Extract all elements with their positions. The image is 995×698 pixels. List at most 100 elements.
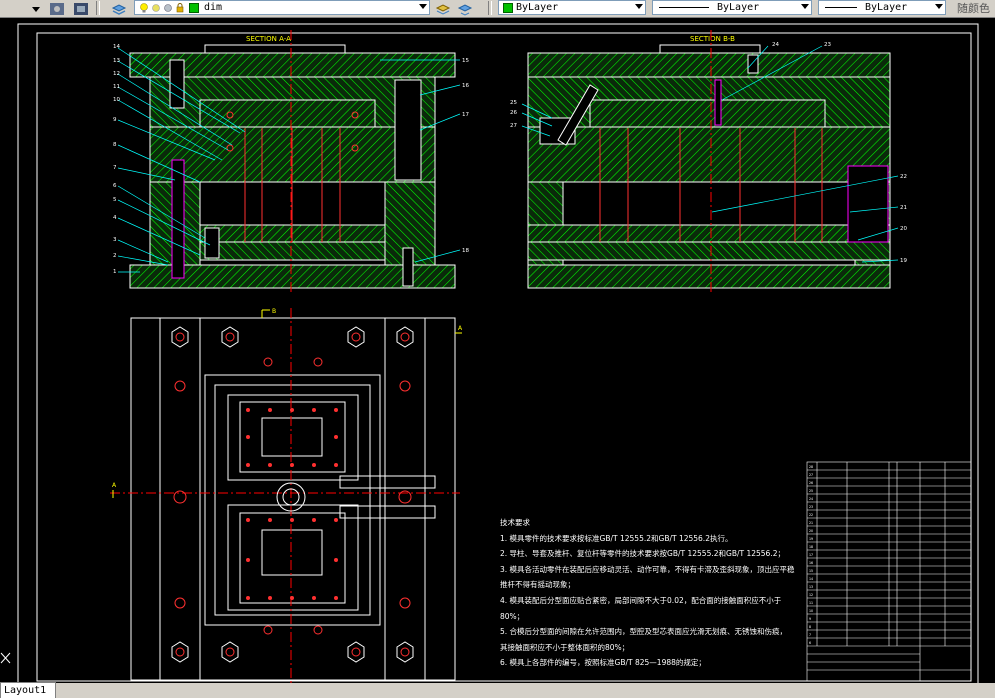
svg-text:9: 9: [113, 117, 117, 123]
svg-text:21: 21: [809, 521, 813, 525]
svg-text:12: 12: [809, 593, 813, 597]
svg-text:11: 11: [809, 601, 813, 605]
svg-text:22: 22: [809, 513, 813, 517]
svg-text:28: 28: [809, 465, 813, 469]
dropdown-arrow-icon[interactable]: [30, 1, 42, 16]
svg-text:17: 17: [809, 553, 813, 557]
svg-text:25: 25: [510, 100, 517, 106]
view-a-marker: A: [112, 482, 117, 489]
plotstyle-control[interactable]: 随颜色: [957, 0, 995, 15]
drawing-canvas[interactable]: SECTION A-A 14 13 12 11 10 9 8 7 6 5 4 3…: [0, 18, 995, 691]
chevron-down-icon[interactable]: [635, 4, 643, 9]
note-item: 2. 导柱、导套及推杆、复位杆等零件的技术要求按GB/T 12555.2和GB/…: [500, 549, 785, 559]
color-control-combo[interactable]: ByLayer: [498, 0, 646, 15]
chevron-down-icon[interactable]: [419, 4, 427, 9]
layer-previous-icon[interactable]: [72, 1, 90, 16]
ucs-icon: [0, 650, 12, 664]
svg-text:7: 7: [809, 633, 811, 637]
lineweight-control-combo[interactable]: ByLayer: [818, 0, 946, 15]
svg-text:6: 6: [113, 183, 117, 189]
svg-text:19: 19: [900, 258, 907, 264]
svg-text:15: 15: [809, 569, 813, 573]
toolbar-separator: [96, 1, 100, 15]
view-b-marker: B: [272, 308, 276, 315]
svg-text:2: 2: [113, 253, 117, 259]
linetype-sample-line: [659, 7, 709, 8]
svg-text:14: 14: [809, 577, 813, 581]
svg-text:14: 14: [113, 44, 120, 50]
svg-text:24: 24: [809, 497, 813, 501]
svg-text:A: A: [458, 325, 463, 332]
layer-color-swatch: [189, 2, 199, 13]
color-text: ByLayer: [516, 2, 559, 13]
svg-text:27: 27: [510, 123, 517, 129]
section-a-a-view: SECTION A-A: [129, 30, 456, 295]
color-swatch: [503, 2, 513, 13]
layer-name-text: dim: [204, 2, 223, 13]
lock-icon: [175, 2, 185, 13]
guide-pillar: [394, 79, 422, 181]
bom-rows: 28 27 26 25 24 23 22 21 20 19 18 17 16 15 14 13 12 1…: [809, 465, 813, 645]
svg-text:18: 18: [462, 248, 469, 254]
svg-text:8: 8: [809, 625, 811, 629]
svg-text:22: 22: [900, 174, 907, 180]
note-item: 6. 模具上各部件的编号，按照标准GB/T 825—1988的规定；: [500, 658, 706, 668]
toolbar-separator: [488, 1, 492, 15]
bolt-heads: [171, 326, 414, 663]
svg-text:19: 19: [809, 537, 813, 541]
svg-text:10: 10: [809, 609, 813, 613]
svg-text:20: 20: [900, 226, 907, 232]
svg-text:7: 7: [113, 165, 117, 171]
title-block: [806, 461, 972, 682]
chevron-down-icon[interactable]: [935, 4, 943, 9]
svg-text:20: 20: [809, 529, 813, 533]
linetype-control-combo[interactable]: ByLayer: [652, 0, 812, 15]
svg-text:24: 24: [772, 42, 779, 48]
chevron-down-icon[interactable]: [801, 4, 809, 9]
layer-control-combo[interactable]: dim: [134, 0, 430, 15]
lightbulb-icon: [140, 2, 148, 13]
svg-text:16: 16: [809, 561, 813, 565]
svg-text:15: 15: [462, 58, 469, 64]
svg-text:23: 23: [809, 505, 813, 509]
sprue-plate-top: [204, 44, 346, 54]
svg-text:5: 5: [113, 197, 117, 203]
section-b-b-view: SECTION B-B: [527, 30, 891, 295]
make-object-layer-current-icon[interactable]: [434, 1, 452, 16]
notes-title: 技术要求: [500, 518, 530, 527]
svg-text:18: 18: [809, 545, 813, 549]
svg-text:17: 17: [462, 112, 469, 118]
note-item: 1. 模具零件的技术要求按标准GB/T 12555.2和GB/T 12556.2…: [500, 533, 733, 543]
layout-tab-bar: [0, 683, 995, 698]
note-item: 3. 模具各活动零件在装配后应移动灵活、动作可靠，不得有卡滞及歪斜现象，顶出应平…: [500, 564, 795, 574]
section-a-title: SECTION A-A: [246, 35, 291, 43]
svg-text:13: 13: [809, 585, 813, 589]
svg-text:1: 1: [113, 269, 117, 275]
svg-text:27: 27: [809, 473, 813, 477]
sun-icon: [151, 3, 161, 13]
note-item: 5. 合模后分型面的间隙在允许范围内，型腔及型芯表面应光滑无划痕、无锈蚀和伤痕，: [500, 627, 788, 637]
layer-previous-state-icon[interactable]: [456, 1, 474, 16]
svg-text:26: 26: [809, 481, 813, 485]
cad-drawing: SECTION A-A 14 13 12 11 10 9 8 7 6 5 4 3…: [17, 23, 979, 691]
viewport-icon: [163, 3, 173, 13]
layer-states-icon[interactable]: [48, 1, 66, 16]
lineweight-sample-line: [825, 7, 857, 8]
properties-toolbar: dim ByLayer ByLayer ByLayer 随颜色: [0, 0, 995, 18]
svg-text:12: 12: [113, 71, 120, 77]
technical-requirements: 技术要求 1. 模具零件的技术要求按标准GB/T 12555.2和GB/T 12…: [500, 515, 795, 671]
svg-text:9: 9: [809, 617, 811, 621]
layer-manager-icon[interactable]: [110, 1, 128, 16]
note-item: 推杆不得有摇动现象；: [500, 580, 575, 590]
linetype-text: ByLayer: [717, 2, 760, 13]
svg-text:6: 6: [809, 641, 811, 645]
svg-text:3: 3: [113, 237, 117, 243]
svg-text:8: 8: [113, 142, 117, 148]
layout1-tab[interactable]: Layout1: [0, 682, 56, 698]
svg-text:25: 25: [809, 489, 813, 493]
svg-text:10: 10: [113, 97, 120, 103]
ejector-plate: [199, 241, 386, 261]
svg-text:26: 26: [510, 110, 517, 116]
svg-text:16: 16: [462, 83, 469, 89]
svg-text:13: 13: [113, 58, 120, 64]
